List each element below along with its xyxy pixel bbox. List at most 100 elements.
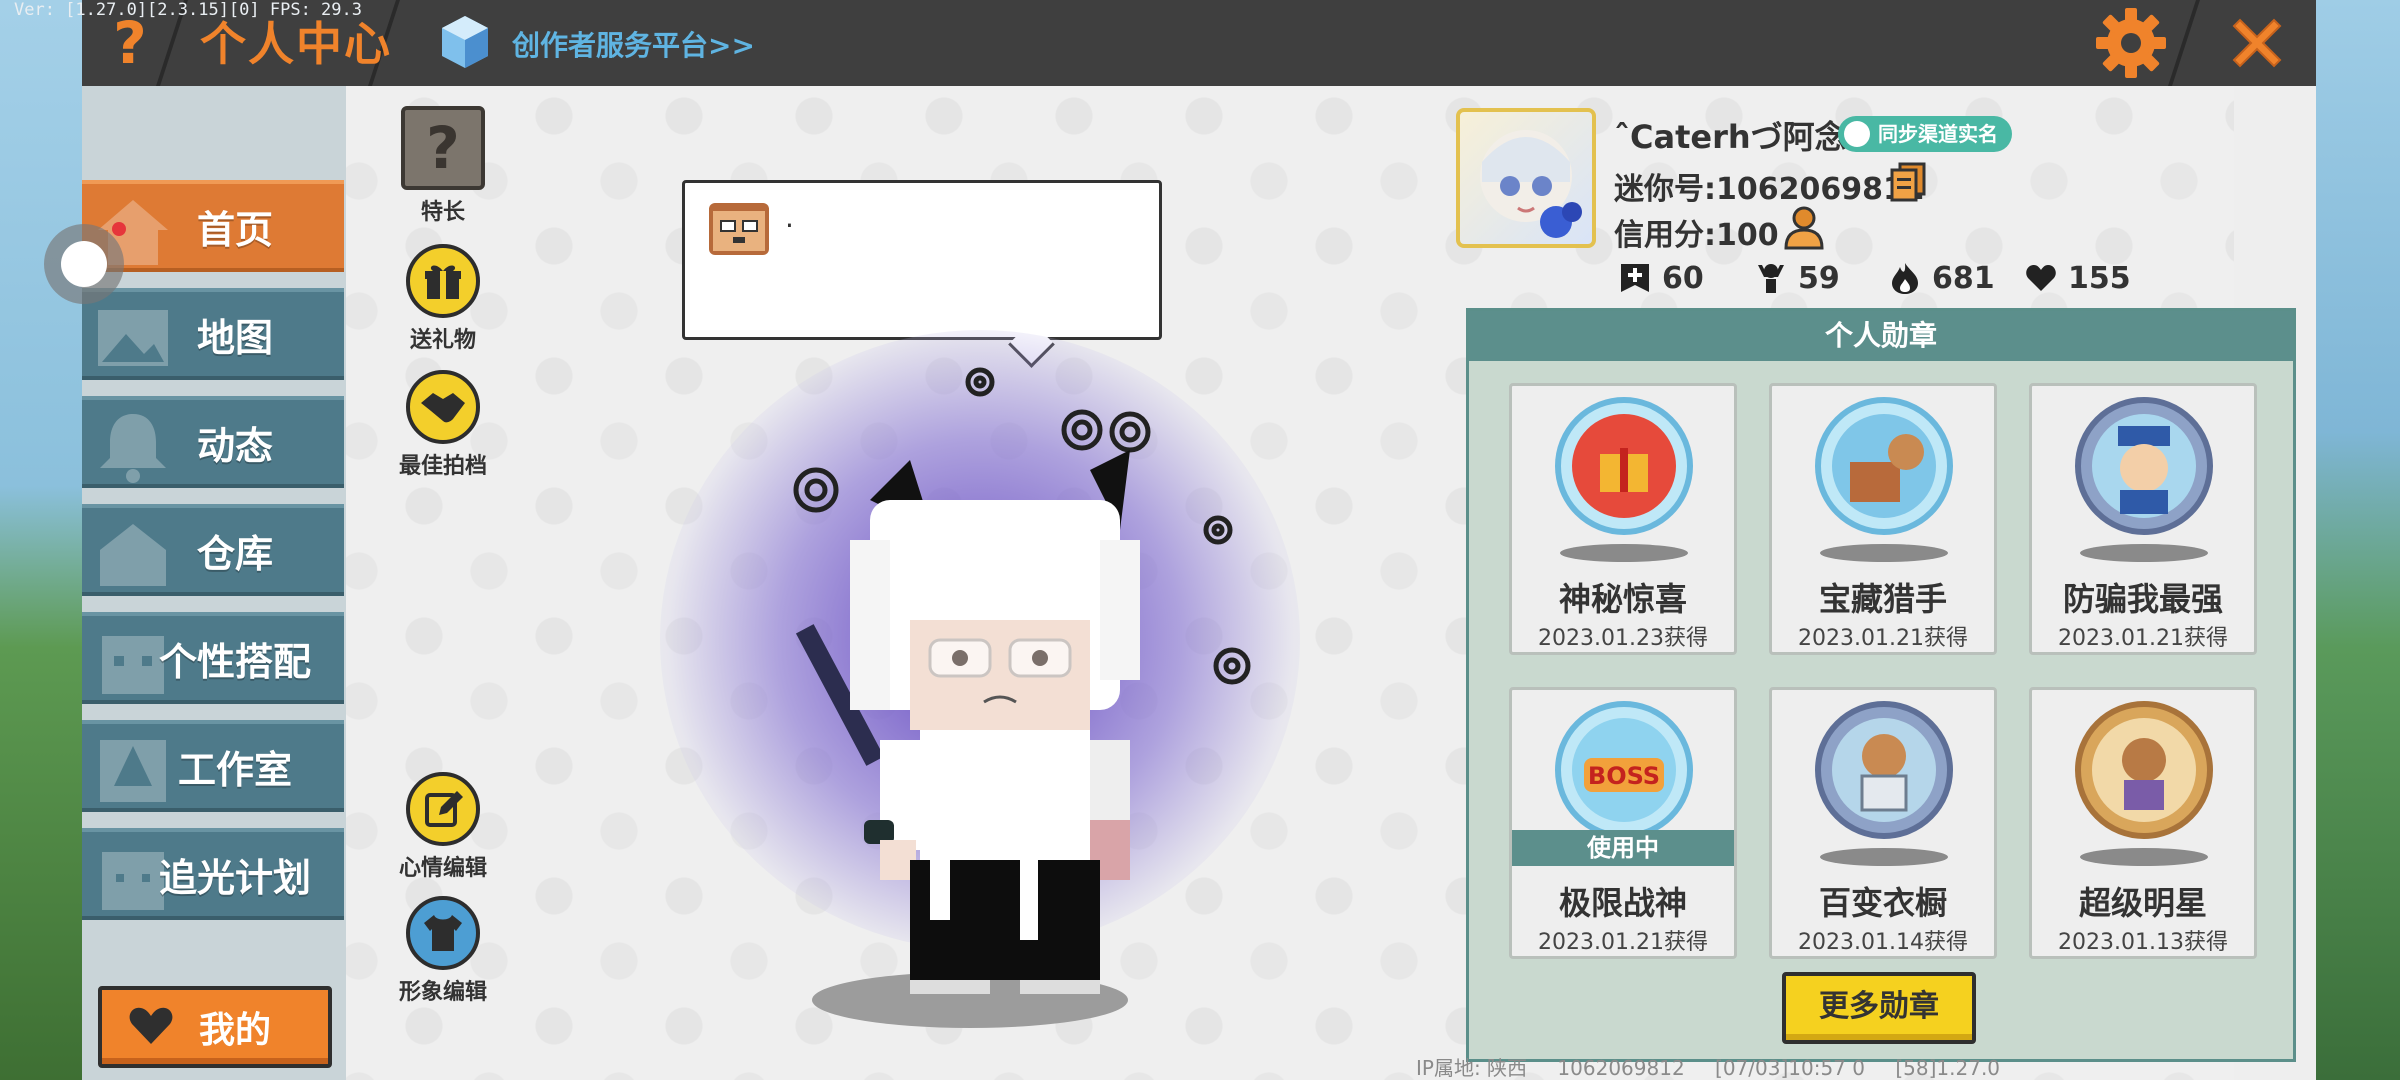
gear-icon[interactable] bbox=[2094, 6, 2168, 80]
send-gift-button[interactable]: 送礼物 bbox=[388, 244, 498, 354]
likes-count: 60 bbox=[1662, 260, 1704, 296]
creator-platform-link[interactable]: 创作者服务平台>> bbox=[512, 24, 755, 64]
medal-date: 2023.01.21获得 bbox=[1538, 930, 1708, 955]
sidebar-item-label: 个性搭配 bbox=[158, 639, 311, 684]
sidebar-item-label: 首页 bbox=[196, 207, 273, 252]
mystery-gift-medal-icon bbox=[1555, 397, 1693, 535]
medal-name: 百变衣橱 bbox=[1818, 884, 1947, 922]
mine-button[interactable]: 我的 bbox=[98, 986, 332, 1068]
user-check-icon bbox=[1844, 121, 1870, 147]
specialty-tool[interactable]: ? 特长 bbox=[388, 106, 498, 226]
sidebar-item-label: 追光计划 bbox=[158, 855, 311, 900]
trophy-person-icon bbox=[1758, 264, 1784, 293]
treasure-hunter-medal-icon bbox=[1815, 397, 1953, 535]
verify-badge[interactable]: 同步渠道实名 bbox=[1838, 116, 2012, 152]
in-use-badge: 使用中 bbox=[1512, 830, 1734, 866]
heat-stat[interactable]: 681 bbox=[1888, 258, 1995, 298]
gift-icon bbox=[406, 244, 480, 318]
sidebar-item-label: 工作室 bbox=[177, 747, 292, 792]
mini-id: 迷你号:1062069812 bbox=[1614, 172, 1925, 207]
nickname: ˆCaterhづ阿念 bbox=[1614, 118, 1847, 156]
header-bar bbox=[82, 0, 2316, 86]
gift-label: 送礼物 bbox=[409, 328, 476, 353]
medal-card[interactable]: 神秘惊喜 2023.01.23获得 bbox=[1509, 383, 1737, 655]
cube-icon[interactable] bbox=[440, 14, 490, 70]
notification-dot bbox=[112, 222, 126, 236]
close-icon[interactable] bbox=[2222, 8, 2292, 78]
medal-name: 防骗我最强 bbox=[2062, 580, 2223, 618]
medal-card[interactable]: BOSS 使用中 极限战神 2023.01.21获得 bbox=[1509, 687, 1737, 959]
medal-date: 2023.01.23获得 bbox=[1538, 626, 1708, 651]
bear-avatar-icon bbox=[709, 203, 769, 255]
medal-name: 极限战神 bbox=[1558, 884, 1687, 922]
medal-date: 2023.01.13获得 bbox=[2058, 930, 2228, 955]
shirt-icon bbox=[406, 896, 480, 970]
heart-hand-icon bbox=[2026, 265, 2056, 291]
sidebar-item-label: 地图 bbox=[196, 315, 273, 360]
image-edit-button[interactable]: 形象编辑 bbox=[388, 896, 498, 1006]
sidebar-item-map[interactable]: 地图 bbox=[82, 288, 344, 380]
image-edit-label: 形象编辑 bbox=[398, 980, 487, 1005]
heat-count: 681 bbox=[1932, 260, 1995, 296]
anti-fraud-medal-icon bbox=[2075, 397, 2213, 535]
question-icon: ? bbox=[401, 106, 485, 190]
avatar[interactable] bbox=[1456, 108, 1596, 248]
plus-flag-icon bbox=[1621, 264, 1649, 292]
mood-speech-bubble[interactable]: . bbox=[682, 180, 1162, 340]
medals-title: 个人勋章 bbox=[1469, 311, 2293, 361]
wardrobe-medal-icon bbox=[1815, 701, 1953, 839]
footer-time: [07/03]10:57 0 bbox=[1715, 1056, 1865, 1080]
sidebar-item-label: 动态 bbox=[196, 423, 273, 468]
mine-label: 我的 bbox=[198, 1010, 271, 1051]
ip-location: IP属地: 陕西 bbox=[1416, 1056, 1528, 1080]
medal-date: 2023.01.21获得 bbox=[2058, 626, 2228, 651]
sidebar-item-warehouse[interactable]: 仓库 bbox=[82, 504, 344, 596]
world-right-edge bbox=[2310, 0, 2400, 1080]
verify-label: 同步渠道实名 bbox=[1878, 122, 1998, 146]
footer-info: IP属地: 陕西 1062069812 [07/03]10:57 0 [58]1… bbox=[1416, 1052, 2024, 1080]
medal-card[interactable]: 百变衣橱 2023.01.14获得 bbox=[1769, 687, 1997, 959]
floating-assist-button[interactable] bbox=[44, 224, 124, 304]
sidebar-item-studio[interactable]: 工作室 bbox=[82, 720, 344, 812]
fans-stat[interactable]: 59 bbox=[1754, 258, 1840, 298]
medal-card[interactable]: 防骗我最强 2023.01.21获得 bbox=[2029, 383, 2257, 655]
footer-version: [58]1.27.0 bbox=[1895, 1056, 2001, 1080]
sidebar-item-outfit[interactable]: 个性搭配 bbox=[82, 612, 344, 704]
superstar-medal-icon bbox=[2075, 701, 2213, 839]
debug-overlay: Ver: [1.27.0][2.3.15][0] FPS: 29.3 bbox=[14, 0, 362, 20]
mood-text: . bbox=[785, 201, 794, 234]
sidebar-item-chase-light[interactable]: 追光计划 bbox=[82, 828, 344, 920]
sidebar-item-label: 仓库 bbox=[196, 531, 273, 576]
specialty-label: 特长 bbox=[420, 200, 465, 225]
boss-medal-icon: BOSS bbox=[1555, 701, 1693, 839]
medal-name: 超级明星 bbox=[2078, 884, 2207, 922]
edit-icon bbox=[406, 772, 480, 846]
person-badge-icon[interactable] bbox=[1784, 206, 1824, 250]
medal-card[interactable]: 宝藏猎手 2023.01.21获得 bbox=[1769, 383, 1997, 655]
credit-score: 信用分:100 bbox=[1614, 218, 1779, 253]
heart-icon bbox=[129, 1007, 173, 1044]
player-character[interactable] bbox=[760, 340, 1280, 1020]
medal-date: 2023.01.14获得 bbox=[1798, 930, 1968, 955]
medal-date: 2023.01.21获得 bbox=[1798, 626, 1968, 651]
likes-stat[interactable]: 60 bbox=[1618, 258, 1704, 298]
best-partner-button[interactable]: 最佳拍档 bbox=[388, 370, 498, 480]
flame-icon bbox=[1892, 263, 1918, 294]
copy-icon[interactable] bbox=[1890, 162, 1926, 202]
more-medals-button[interactable]: 更多勋章 bbox=[1782, 972, 1976, 1044]
favor-stat[interactable]: 155 bbox=[2024, 258, 2131, 298]
medals-panel: 个人勋章 神秘惊喜 2023.01.23获得 宝藏猎手 2023.01.21获得 bbox=[1466, 308, 2296, 1062]
best-partner-label: 最佳拍档 bbox=[398, 454, 487, 479]
mood-edit-button[interactable]: 心情编辑 bbox=[388, 772, 498, 882]
fans-count: 59 bbox=[1798, 260, 1840, 296]
medal-name: 宝藏猎手 bbox=[1818, 580, 1947, 618]
medal-name: 神秘惊喜 bbox=[1558, 580, 1687, 618]
favor-count: 155 bbox=[2068, 260, 2131, 296]
footer-id: 1062069812 bbox=[1557, 1056, 1685, 1080]
sidebar-item-feed[interactable]: 动态 bbox=[82, 396, 344, 488]
medal-card[interactable]: 超级明星 2023.01.13获得 bbox=[2029, 687, 2257, 959]
handshake-icon bbox=[406, 370, 480, 444]
svg-text:BOSS: BOSS bbox=[1588, 762, 1660, 790]
world-left-edge bbox=[0, 0, 90, 1080]
mood-edit-label: 心情编辑 bbox=[398, 856, 487, 881]
